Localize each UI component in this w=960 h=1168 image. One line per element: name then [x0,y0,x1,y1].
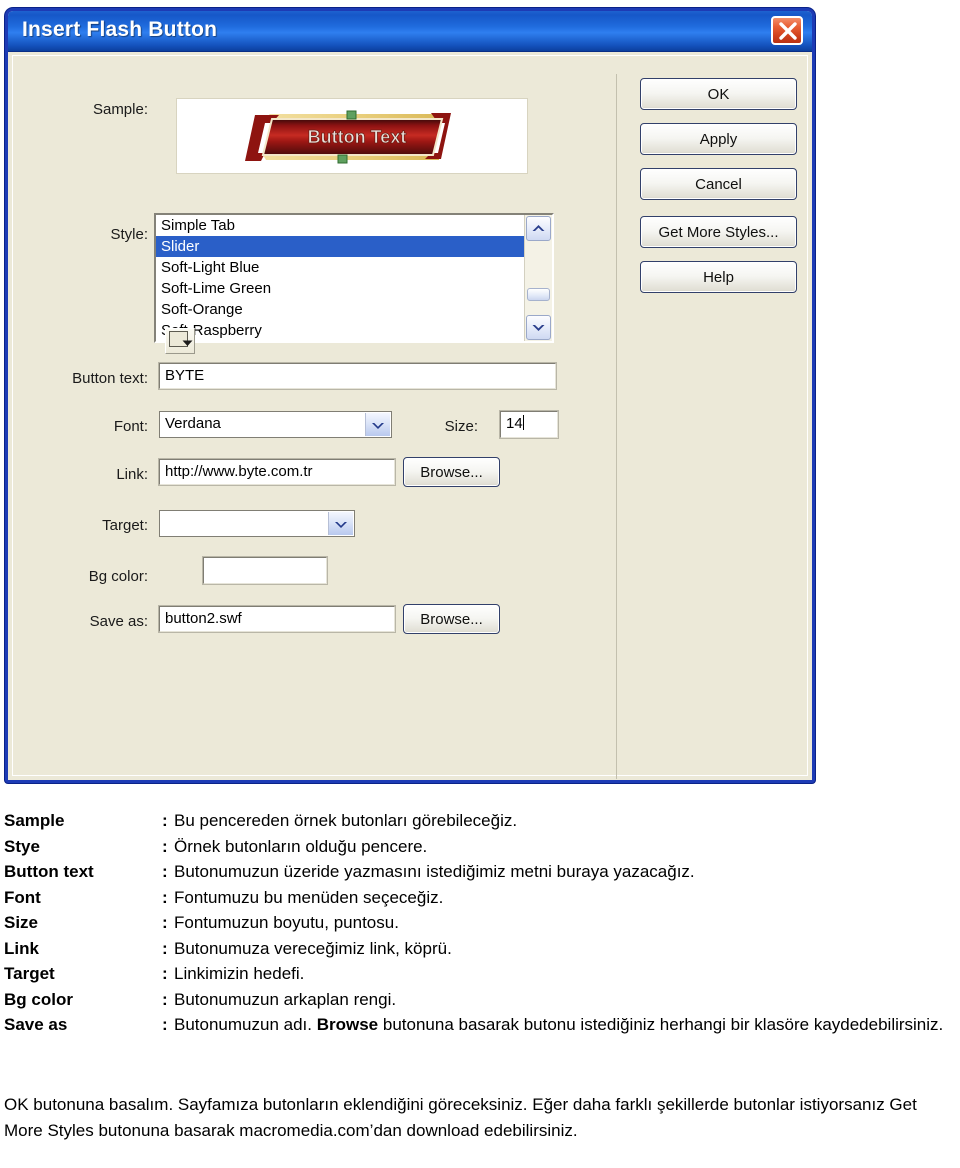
legend-description: Bu pencereden örnek butonları görebilece… [174,811,518,830]
closing-paragraph: OK butonuna basalım. Sayfamıza butonları… [4,1095,917,1140]
font-select[interactable]: Verdana [159,411,392,438]
link-label: Link: [116,466,148,483]
legend-colon: : [162,887,168,907]
legend-colon: : [162,1015,168,1034]
legend-row: Stye : Örnek butonların olduğu pencere. [4,834,956,860]
apply-button[interactable]: Apply [640,123,797,155]
target-select[interactable] [159,510,355,537]
button-text-input[interactable]: BYTE [158,362,557,390]
dialog-title: Insert Flash Button [22,18,218,41]
legend-term: Size [4,913,39,932]
legend-colon: : [162,811,168,830]
insert-flash-button-dialog: Insert Flash Button Sample: Button Text … [5,8,815,783]
legend-term: Font [4,887,41,907]
chevron-down-glyph [182,340,193,346]
legend-description: Butonumuzun arkaplan rengi. [174,989,397,1009]
legend-row: Button text : Butonumuzun üzeride yazmas… [4,859,956,885]
dialog-titlebar[interactable]: Insert Flash Button [8,11,812,52]
legend-term: Button text [4,862,94,881]
legend-term: Sample [4,811,65,830]
sample-label: Sample: [92,101,148,118]
chevron-down-icon[interactable] [182,334,193,352]
legend-term: Save as [4,1015,68,1034]
sample-button-caption: Button Text [308,127,407,147]
help-button[interactable]: Help [640,261,797,293]
legend-description: Fontumuzun boyutu, puntosu. [174,913,399,932]
chevron-up-icon[interactable] [526,216,551,241]
legend-row: Bg color : Butonumuzun arkaplan rengi. [4,987,956,1013]
legend-colon: : [162,836,168,856]
legend-row: Sample : Bu pencereden örnek butonları g… [4,808,956,834]
legend-colon: : [162,989,168,1009]
list-item[interactable]: Simple Tab [156,215,524,236]
dialog-client-area: Sample: Button Text Style: Simple Tab Sl… [12,55,808,779]
legend-row: Size : Fontumuzun boyutu, puntosu. [4,910,956,936]
cancel-button[interactable]: Cancel [640,168,797,200]
style-label: Style: [110,226,148,243]
legend-term: Stye [4,836,40,856]
bg-color-label: Bg color: [88,568,148,585]
chevron-down-icon[interactable] [526,315,551,340]
save-as-label: Save as: [89,613,148,630]
legend-row-save-as: Save as : Butonumuzun adı. Browse butonu… [4,1012,956,1038]
legend-description: Butonumuzun üzeride yazmasını istediğimi… [174,862,695,881]
legend-term: Target [4,964,55,983]
ok-button[interactable]: OK [640,78,797,110]
legend-colon: : [162,862,168,881]
legend-desc-after: butonuna basarak butonu istediğiniz herh… [378,1015,944,1034]
button-text-label: Button text: [72,370,148,387]
panel-divider [616,74,617,779]
legend-row: Link : Butonumuza vereceğimiz link, köpr… [4,936,956,962]
style-listbox-scrollbar[interactable] [524,215,552,341]
save-as-input[interactable]: button2.swf [158,605,396,633]
list-item[interactable]: Soft-Orange [156,299,524,320]
style-listbox[interactable]: Simple Tab Slider Soft-Light Blue Soft-L… [154,213,554,343]
chevron-down-glyph [335,521,347,528]
legend-colon: : [162,964,168,983]
text-caret [522,415,524,430]
legend-desc-bold: Browse [316,1015,379,1034]
sample-flash-button: Button Text [245,110,451,164]
size-input[interactable]: 14 [499,410,559,439]
target-label: Target: [102,517,148,534]
legend-term: Bg color [4,989,73,1009]
font-select-value: Verdana [165,415,221,432]
size-label: Size: [444,418,478,435]
list-item[interactable]: Soft-Raspberry [156,320,524,341]
get-more-styles-button[interactable]: Get More Styles... [640,216,797,248]
close-icon[interactable] [771,16,803,45]
save-as-browse-button[interactable]: Browse... [403,604,500,634]
bg-color-swatch-picker[interactable] [165,328,195,354]
scrollbar-thumb[interactable] [527,288,550,301]
close-x-glyph [779,22,797,40]
list-item[interactable]: Slider [156,236,524,257]
font-label: Font: [113,418,148,435]
legend-term: Link [4,938,39,958]
list-item[interactable]: Soft-Lime Green [156,278,524,299]
legend-desc-before: Butonumuzun adı. [174,1015,317,1034]
chevron-up-glyph [532,225,545,231]
list-item[interactable]: Soft-Light Blue [156,257,524,278]
legend-colon: : [162,913,168,932]
link-input[interactable]: http://www.byte.com.tr [158,458,396,486]
size-input-value: 14 [506,415,523,432]
legend-row: Font : Fontumuzu bu menüden seçeceğiz. [4,885,956,911]
legend-row: Target : Linkimizin hedefi. [4,961,956,987]
legend-list: Sample : Bu pencereden örnek butonları g… [4,808,956,1038]
legend-colon: : [162,938,168,958]
sample-preview-area: Button Text [176,98,528,174]
style-listbox-items: Simple Tab Slider Soft-Light Blue Soft-L… [156,215,524,341]
chevron-down-glyph [532,325,545,331]
legend-description: Fontumuzu bu menüden seçeceğiz. [174,887,444,907]
legend-description: Butonumuzun adı. Browse butonuna basarak… [174,1012,956,1038]
chevron-down-icon[interactable] [328,512,353,535]
legend-description: Örnek butonların olduğu pencere. [174,836,428,856]
bg-color-input[interactable] [202,556,328,585]
legend-description: Linkimizin hedefi. [174,964,305,983]
link-browse-button[interactable]: Browse... [403,457,500,487]
legend-description: Butonumuza vereceğimiz link, köprü. [174,938,452,958]
